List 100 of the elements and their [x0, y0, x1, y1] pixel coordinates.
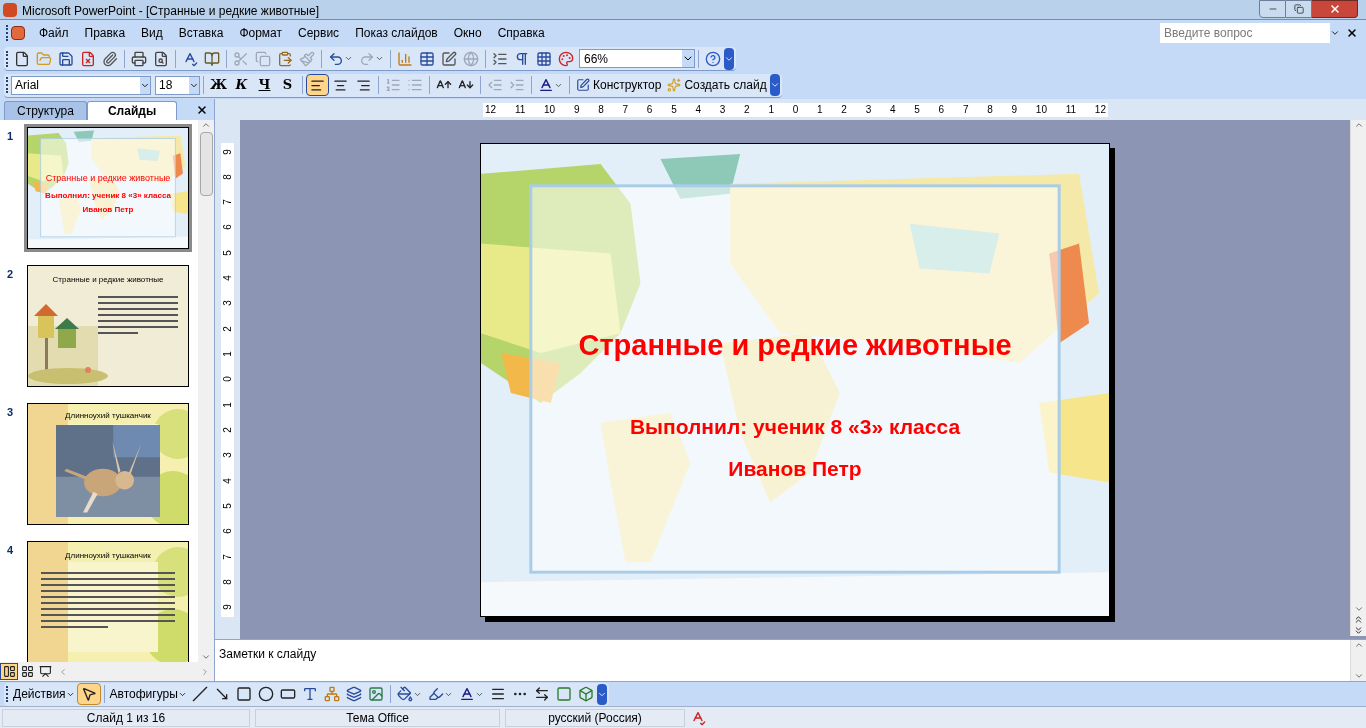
oval-icon [257, 686, 274, 702]
3d-box-icon [577, 686, 594, 702]
spelling-error-icon [690, 709, 706, 726]
shadow-icon [555, 686, 572, 702]
caret-icon [375, 54, 384, 63]
file-x-icon [80, 50, 96, 67]
menu-item[interactable]: Файл [31, 24, 77, 42]
normal-view-button[interactable] [0, 663, 18, 680]
scroll-thumb[interactable] [199, 132, 213, 196]
menu-item[interactable]: Справка [489, 24, 553, 42]
align-button[interactable] [306, 74, 329, 96]
thumbnail-title: Странные и редкие животные [52, 274, 164, 286]
close-icon[interactable] [1346, 27, 1358, 39]
help-search-field[interactable]: Введите вопрос [1160, 23, 1330, 43]
rectangle-icon [235, 686, 252, 702]
close-icon [1328, 3, 1341, 15]
font-combo[interactable]: Arial [11, 75, 151, 95]
print-icon [131, 50, 147, 67]
minimize-button[interactable] [1259, 0, 1286, 18]
line-style-icon [489, 686, 506, 702]
slide-subtitle: Иванов Петр [728, 455, 862, 482]
scroll-up-icon[interactable] [1353, 120, 1364, 130]
new-file-icon [14, 50, 30, 67]
clip-art-icon [345, 686, 362, 702]
previous-slide-icon[interactable] [1353, 614, 1364, 625]
undo-icon [328, 50, 344, 67]
menu-item[interactable]: Показ слайдов [347, 24, 446, 42]
text-style-button[interactable]: К [230, 74, 253, 96]
scroll-up-icon[interactable] [201, 120, 211, 130]
scrollbar[interactable] [1350, 120, 1366, 636]
fill-color-icon [396, 686, 413, 702]
autoshapes-menu-button[interactable]: Автофигуры [107, 685, 189, 703]
new-slide-button[interactable]: Создать слайд [664, 74, 770, 96]
window-title: Microsoft PowerPoint - [Странные и редкие животные] [22, 3, 319, 20]
align-center-icon [333, 77, 348, 93]
scrollbar[interactable] [1350, 640, 1366, 681]
spelling-icon [182, 50, 198, 67]
menu-item[interactable]: Вставка [170, 24, 232, 42]
pane-tab[interactable]: Структура [4, 101, 87, 120]
dropdown-icon[interactable] [682, 50, 694, 67]
normal-view-icon [2, 665, 16, 678]
scroll-down-icon[interactable] [1353, 604, 1364, 614]
font-size-combo[interactable]: 18 [155, 75, 200, 95]
slide-thumbnail[interactable]: Длинноухий тушканчик [24, 538, 192, 662]
menu-item[interactable]: Формат [231, 24, 291, 42]
menu-item[interactable]: Правка [76, 24, 134, 42]
actions-menu-button[interactable]: Действия [11, 685, 77, 703]
diagram-icon [323, 686, 340, 702]
slideshow-button[interactable] [36, 663, 54, 680]
open-folder-icon [36, 50, 52, 67]
thumbnail-text: Выполнил: ученик 8 «3» класса [45, 191, 171, 200]
slide-subtitle: Выполнил: ученик 8 «3» класса [629, 414, 961, 440]
text-style-button[interactable]: Ч [253, 74, 276, 96]
designer-button[interactable]: Конструктор [573, 74, 665, 96]
thumbnail-title: Странные и редкие животные [45, 172, 171, 185]
slide-number: 4 [7, 543, 15, 558]
slide-title: Странные и редкие животные [578, 327, 1012, 363]
close-button[interactable] [1312, 0, 1358, 18]
horizontal-ruler: 12 11 10 9 8 7 6 5 4 3 2 1 0 1 2 3 4 5 6 7 8 9 10 11 12 [483, 102, 1108, 117]
pen-square-icon [441, 50, 457, 67]
next-slide-icon[interactable] [1353, 625, 1364, 636]
save-icon [58, 50, 74, 67]
slide-number: 1 [7, 129, 15, 144]
pane-tab[interactable]: Слайды [86, 101, 178, 120]
line-icon [191, 686, 208, 702]
menu-item[interactable]: Окно [445, 24, 490, 42]
slideshow-icon [38, 665, 52, 678]
paste-icon [277, 50, 293, 67]
font-color-icon [538, 77, 554, 93]
pointer-button[interactable] [76, 683, 101, 705]
redo-icon [359, 50, 375, 67]
thumbnail-title: Длинноухий тушканчик [65, 550, 151, 562]
align-right-icon [356, 77, 371, 93]
restore-button[interactable] [1286, 0, 1312, 18]
scroll-down-icon[interactable] [201, 652, 211, 662]
close-icon[interactable] [196, 104, 208, 116]
sparkles-icon [667, 78, 682, 92]
toolbar-options-icon[interactable] [596, 683, 607, 705]
palette-icon [558, 50, 574, 67]
font-color-icon [458, 686, 475, 702]
chart-icon [397, 50, 413, 67]
scroll-up-icon[interactable] [1353, 640, 1364, 650]
menu-item[interactable]: Вид [133, 24, 171, 42]
paperclip-icon [102, 50, 118, 67]
slide-thumbnail[interactable]: Странные и редкие животные Выполнил: ученик 8 «3» класса Иванов Петр [24, 124, 192, 252]
toolbar-options-icon[interactable] [724, 47, 734, 70]
menu-item[interactable]: Сервис [290, 24, 348, 42]
text-style-button[interactable]: S [276, 74, 299, 96]
zoom-combo[interactable]: 66% [579, 49, 695, 68]
scrollbar[interactable] [198, 120, 214, 662]
thumbnail-text: Иванов Петр [82, 205, 134, 214]
slide-thumbnail[interactable]: Странные и редкие животные [24, 262, 192, 390]
text-style-button[interactable]: Ж [207, 74, 230, 96]
globe-icon [463, 50, 479, 67]
cut-icon [233, 50, 249, 67]
toolbar-options-icon[interactable] [769, 74, 780, 96]
print-preview-icon [153, 50, 169, 67]
align-left-icon [310, 77, 325, 93]
bulleted-list-icon [407, 77, 423, 93]
scroll-down-icon[interactable] [1353, 671, 1364, 681]
